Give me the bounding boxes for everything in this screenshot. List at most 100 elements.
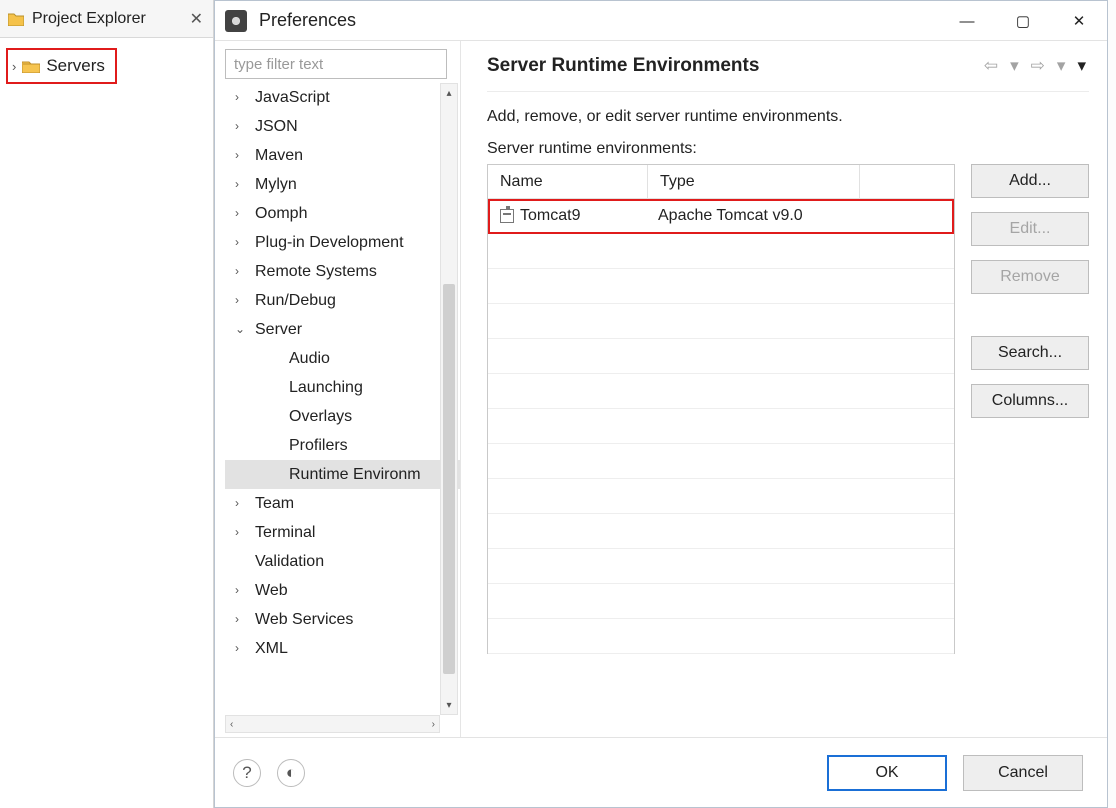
tree-item-web[interactable]: ›Web [225,576,460,605]
dialog-body: ›JavaScript›JSON›Maven›Mylyn›Oomph›Plug-… [215,41,1107,737]
forward-arrow-icon[interactable]: ⇨ [1028,55,1048,77]
column-header-name[interactable]: Name [488,165,648,198]
tree-item-plug-in-development[interactable]: ›Plug-in Development [225,228,460,257]
tree-item-runtime-environm[interactable]: Runtime Environm [225,460,460,489]
menu-dropdown-icon[interactable]: ▾ [1074,55,1089,77]
tree-item-oomph[interactable]: ›Oomph [225,199,460,228]
chevron-right-icon: › [235,170,249,199]
search-button[interactable]: Search... [971,336,1089,370]
tree-item-run-debug[interactable]: ›Run/Debug [225,286,460,315]
scroll-right-arrow-icon[interactable]: › [432,719,435,730]
content-nav-icons: ⇦ ▾ ⇨ ▾ ▾ [981,55,1089,77]
tree-item-terminal[interactable]: ›Terminal [225,518,460,547]
table-body: Tomcat9Apache Tomcat v9.0 [488,199,954,655]
tree-item-validation[interactable]: Validation [225,547,460,576]
explorer-close-icon[interactable]: ✕ [190,9,203,29]
dialog-titlebar[interactable]: Preferences — ▢ ✕ [215,1,1107,41]
table-row-empty [488,234,954,269]
scroll-left-arrow-icon[interactable]: ‹ [230,719,233,730]
explorer-title: Project Explorer [32,10,146,28]
table-row-empty [488,374,954,409]
tree-item-label: Remote Systems [255,257,377,286]
table-row-empty [488,514,954,549]
scroll-up-arrow-icon[interactable]: ▴ [441,84,457,102]
table-header: Name Type [488,165,954,199]
table-row-empty [488,549,954,584]
tree-item-label: Terminal [255,518,315,547]
explorer-body: › Servers [0,38,213,94]
runtime-environments-table[interactable]: Name Type Tomcat9Apache Tomcat v9.0 [487,164,955,654]
close-button[interactable]: ✕ [1051,1,1107,41]
tree-item-label: JavaScript [255,83,330,112]
tree-item-team[interactable]: ›Team [225,489,460,518]
cancel-button[interactable]: Cancel [963,755,1083,791]
tree-item-label: Overlays [289,402,352,431]
project-explorer-pane: Project Explorer ✕ › Servers [0,0,214,808]
edit-button[interactable]: Edit... [971,212,1089,246]
tree-item-json[interactable]: ›JSON [225,112,460,141]
tree-item-label: JSON [255,112,298,141]
scroll-thumb[interactable] [443,284,455,674]
help-button[interactable]: ? [233,759,261,787]
tree-item-server[interactable]: ⌄Server [225,315,460,344]
tree-item-javascript[interactable]: ›JavaScript [225,83,460,112]
back-dropdown-icon[interactable]: ▾ [1007,55,1022,77]
filter-text-input[interactable] [225,49,447,79]
tree-item-mylyn[interactable]: ›Mylyn [225,170,460,199]
tree-item-xml[interactable]: ›XML [225,634,460,663]
tree-item-profilers[interactable]: Profilers [225,431,460,460]
tree-horizontal-scrollbar[interactable]: ‹ › [225,715,440,733]
tree-item-maven[interactable]: ›Maven [225,141,460,170]
tree-item-label: Mylyn [255,170,297,199]
tree-item-audio[interactable]: Audio [225,344,460,373]
maximize-button[interactable]: ▢ [995,1,1051,41]
table-row-empty [488,339,954,374]
tree-vertical-scrollbar[interactable]: ▴ ▾ [440,83,458,715]
table-row[interactable]: Tomcat9Apache Tomcat v9.0 [488,199,954,234]
forward-dropdown-icon[interactable]: ▾ [1054,55,1069,77]
chevron-right-icon: › [235,112,249,141]
table-row-empty [488,269,954,304]
explorer-header: Project Explorer ✕ [0,0,213,38]
tree-item-web-services[interactable]: ›Web Services [225,605,460,634]
minimize-button[interactable]: — [939,1,995,41]
tree-item-remote-systems[interactable]: ›Remote Systems [225,257,460,286]
scroll-down-arrow-icon[interactable]: ▾ [441,696,457,714]
table-row-empty [488,409,954,444]
columns-button[interactable]: Columns... [971,384,1089,418]
chevron-right-icon: › [235,199,249,228]
server-icon [500,209,514,223]
table-row-empty [488,304,954,339]
content-header: Server Runtime Environments ⇦ ▾ ⇨ ▾ ▾ [487,55,1089,92]
tree-item-label: Runtime Environm [289,460,421,489]
column-header-extra[interactable] [860,165,954,198]
tree-item-label: Validation [255,547,324,576]
back-arrow-icon[interactable]: ⇦ [981,55,1001,77]
tree-item-launching[interactable]: Launching [225,373,460,402]
servers-tree-node[interactable]: › Servers [6,48,117,84]
chevron-right-icon: › [235,576,249,605]
chevron-right-icon: › [235,605,249,634]
tree-item-overlays[interactable]: Overlays [225,402,460,431]
content-heading: Server Runtime Environments [487,55,759,77]
chevron-right-icon: › [235,286,249,315]
folder-icon [8,12,24,26]
add-button[interactable]: Add... [971,164,1089,198]
import-export-button[interactable]: ◐ [277,759,305,787]
chevron-right-icon: › [235,141,249,170]
preferences-dialog: Preferences — ▢ ✕ ›JavaScript›JSON›Maven… [214,0,1108,808]
table-row-empty [488,619,954,654]
chevron-right-icon: › [235,83,249,112]
ok-button[interactable]: OK [827,755,947,791]
tree-item-label: XML [255,634,288,663]
content-pane: Server Runtime Environments ⇦ ▾ ⇨ ▾ ▾ Ad… [461,41,1107,737]
table-label: Server runtime environments: [487,140,1089,158]
column-header-type[interactable]: Type [648,165,860,198]
dialog-footer: ? ◐ OK Cancel [215,737,1107,807]
chevron-right-icon: › [12,59,16,74]
remove-button[interactable]: Remove [971,260,1089,294]
table-row-empty [488,444,954,479]
tree-item-label: Profilers [289,431,348,460]
preferences-tree[interactable]: ›JavaScript›JSON›Maven›Mylyn›Oomph›Plug-… [225,83,460,715]
eclipse-app-icon [225,10,247,32]
